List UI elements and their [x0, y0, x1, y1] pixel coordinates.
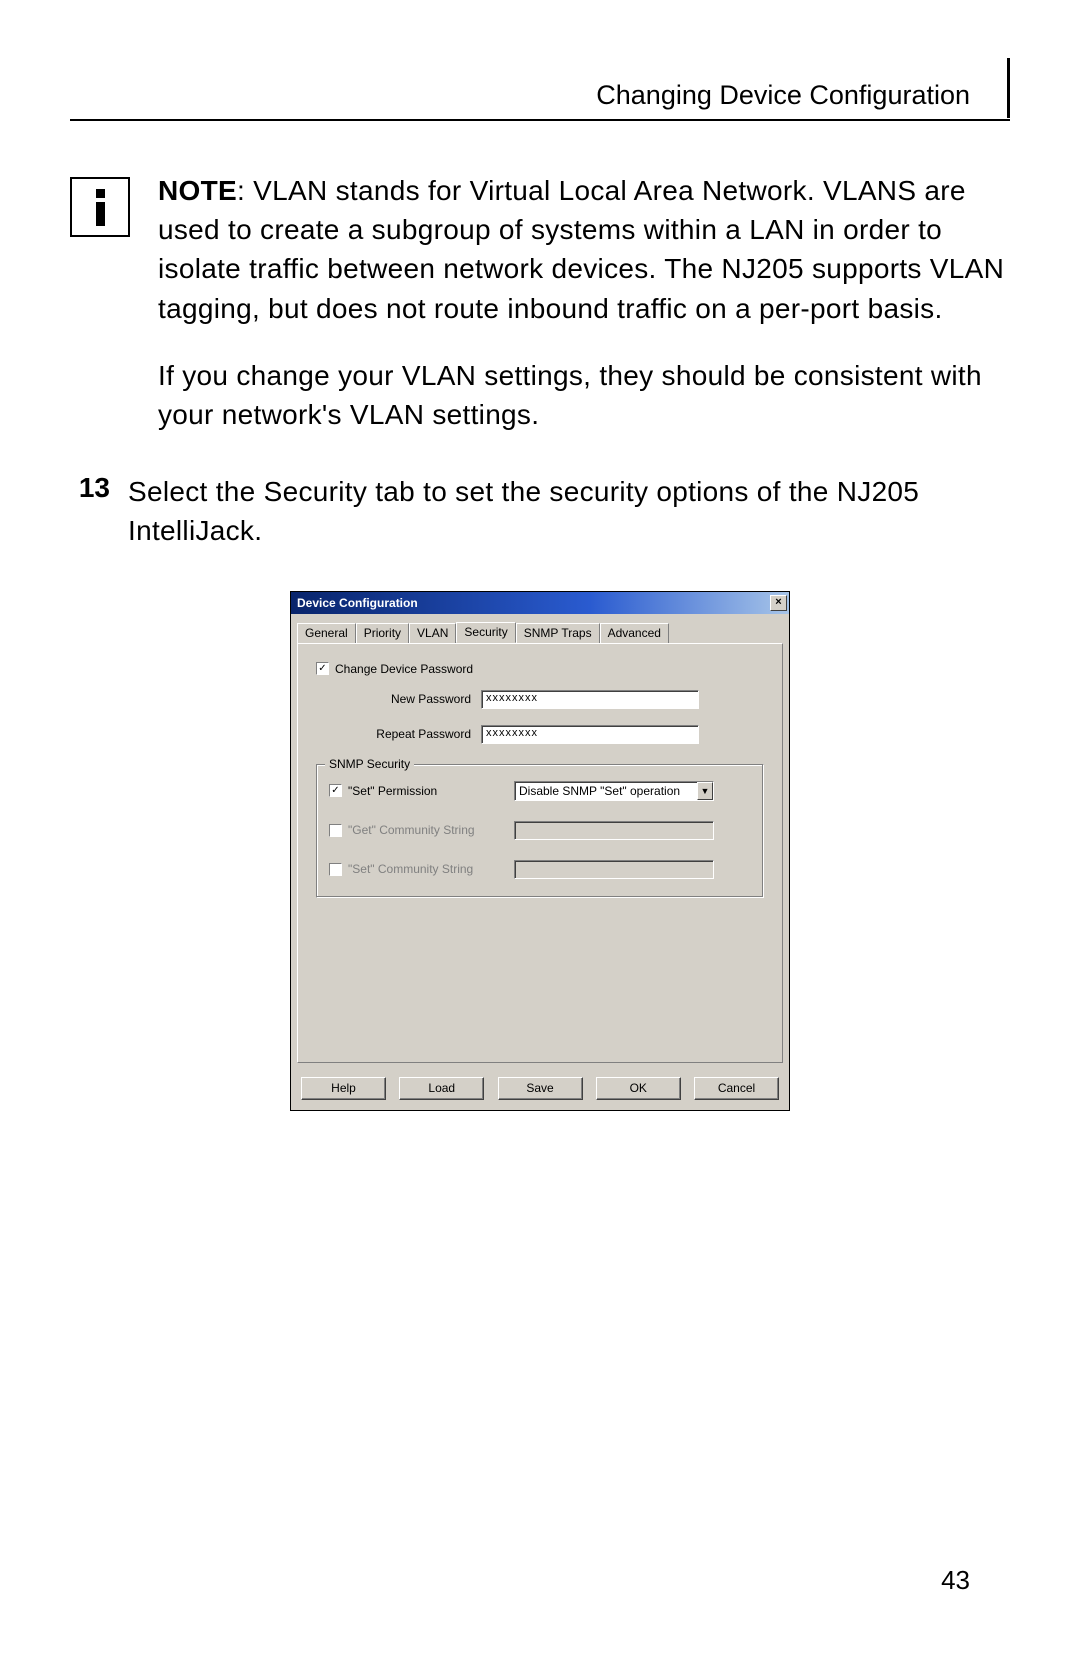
dialog-title: Device Configuration	[297, 596, 418, 610]
change-password-label: Change Device Password	[335, 662, 473, 676]
tab-vlan[interactable]: VLAN	[409, 623, 456, 644]
ok-button[interactable]: OK	[596, 1077, 681, 1100]
note-paragraph-2: If you change your VLAN settings, they s…	[158, 356, 1010, 434]
get-community-row: "Get" Community String	[329, 821, 751, 840]
tab-general[interactable]: General	[297, 623, 356, 644]
set-community-label: "Set" Community String	[348, 862, 508, 876]
header-title: Changing Device Configuration	[596, 80, 970, 110]
device-configuration-dialog: Device Configuration × General Priority …	[290, 591, 790, 1111]
save-button[interactable]: Save	[498, 1077, 583, 1100]
set-permission-row: ✓ "Set" Permission Disable SNMP "Set" op…	[329, 781, 751, 801]
tab-advanced[interactable]: Advanced	[600, 623, 669, 644]
set-permission-label: "Set" Permission	[348, 784, 508, 798]
tab-priority[interactable]: Priority	[356, 623, 409, 644]
set-community-checkbox[interactable]	[329, 863, 342, 876]
info-icon	[70, 177, 130, 237]
set-community-row: "Set" Community String	[329, 860, 751, 879]
close-button[interactable]: ×	[770, 595, 787, 611]
get-community-label: "Get" Community String	[348, 823, 508, 837]
repeat-password-input[interactable]: xxxxxxxx	[481, 725, 699, 744]
cancel-button[interactable]: Cancel	[694, 1077, 779, 1100]
set-permission-value: Disable SNMP "Set" operation	[515, 782, 697, 800]
get-community-checkbox[interactable]	[329, 824, 342, 837]
tab-bar: General Priority VLAN Security SNMP Trap…	[291, 614, 789, 643]
step-13: 13 Select the Security tab to set the se…	[70, 472, 1010, 550]
step-number: 13	[70, 472, 110, 550]
page-number: 43	[941, 1565, 970, 1596]
note-label: NOTE	[158, 175, 237, 206]
repeat-password-row: Repeat Password xxxxxxxx	[346, 725, 764, 744]
snmp-security-group: SNMP Security ✓ "Set" Permission Disable…	[316, 764, 764, 898]
new-password-label: New Password	[346, 692, 471, 706]
dialog-button-row: Help Load Save OK Cancel	[291, 1071, 789, 1110]
page-header: Changing Device Configuration	[70, 80, 1010, 121]
header-divider	[1007, 58, 1010, 118]
snmp-legend: SNMP Security	[325, 757, 414, 771]
titlebar[interactable]: Device Configuration ×	[291, 592, 789, 614]
help-button[interactable]: Help	[301, 1077, 386, 1100]
step-text: Select the Security tab to set the secur…	[128, 472, 1010, 550]
new-password-row: New Password xxxxxxxx	[346, 690, 764, 709]
set-permission-dropdown[interactable]: Disable SNMP "Set" operation ▼	[514, 781, 714, 801]
set-community-input[interactable]	[514, 860, 714, 879]
dropdown-arrow-icon[interactable]: ▼	[697, 782, 713, 800]
change-password-checkbox[interactable]: ✓	[316, 662, 329, 675]
note-text-1: : VLAN stands for Virtual Local Area Net…	[158, 175, 1004, 324]
get-community-input[interactable]	[514, 821, 714, 840]
set-permission-checkbox[interactable]: ✓	[329, 784, 342, 797]
note-paragraph-1: NOTE: VLAN stands for Virtual Local Area…	[158, 171, 1010, 328]
repeat-password-label: Repeat Password	[346, 727, 471, 741]
security-panel: ✓ Change Device Password New Password xx…	[297, 643, 783, 1063]
load-button[interactable]: Load	[399, 1077, 484, 1100]
note-block: NOTE: VLAN stands for Virtual Local Area…	[70, 171, 1010, 328]
tab-security[interactable]: Security	[456, 622, 515, 643]
new-password-input[interactable]: xxxxxxxx	[481, 690, 699, 709]
tab-snmp-traps[interactable]: SNMP Traps	[516, 623, 600, 644]
change-password-row: ✓ Change Device Password	[316, 662, 764, 676]
